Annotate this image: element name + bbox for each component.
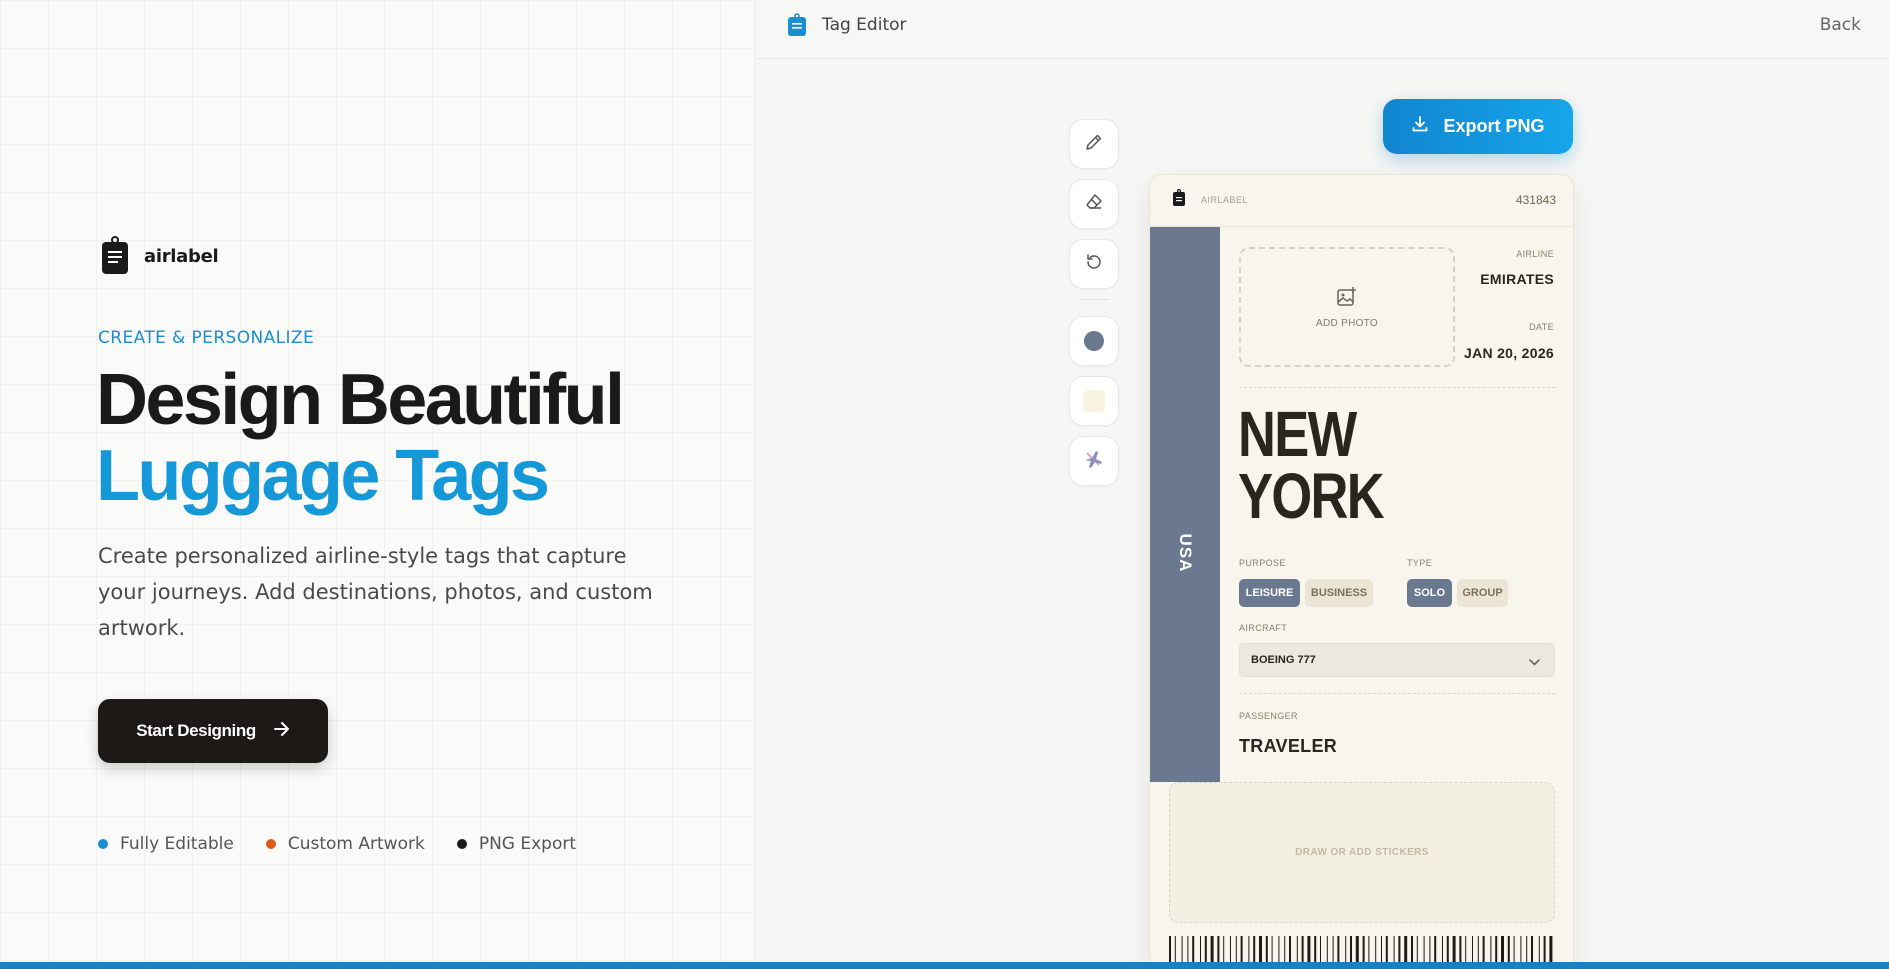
editor-title: Tag Editor xyxy=(822,15,907,35)
purpose-option-leisure[interactable]: LEISURE xyxy=(1239,579,1300,607)
passenger-label: PASSENGER xyxy=(1239,711,1298,721)
hero-description: Create personalized airline-style tags t… xyxy=(98,544,653,640)
airline-label: AIRLINE xyxy=(1516,249,1554,259)
tag-logo-icon xyxy=(1172,188,1186,211)
luggage-tag-logo-icon xyxy=(98,236,132,276)
aircraft-select[interactable]: BOEING 777 xyxy=(1239,643,1555,677)
reset-icon xyxy=(1084,252,1104,276)
tool-palette xyxy=(1069,119,1119,496)
feature-label: PNG Export xyxy=(478,834,577,854)
tag-divider xyxy=(1239,693,1555,694)
headline-line-2: Luggage Tags xyxy=(96,436,550,516)
country-code: USA xyxy=(1176,533,1195,573)
purpose-option-business[interactable]: BUSINESS xyxy=(1305,579,1373,607)
eraser-tool-button[interactable] xyxy=(1069,179,1119,229)
hero-headline: Design Beautiful Luggage Tags xyxy=(96,360,625,516)
export-png-button[interactable]: Export PNG xyxy=(1383,99,1573,154)
bottom-accent-bar xyxy=(0,962,1889,969)
airline-value[interactable]: EMIRATES xyxy=(1480,271,1554,287)
tool-divider xyxy=(1079,299,1109,300)
country-stripe[interactable]: USA xyxy=(1150,227,1220,782)
pencil-icon xyxy=(1084,132,1104,156)
arrow-right-icon xyxy=(273,721,290,741)
passenger-value[interactable]: TRAVELER xyxy=(1239,736,1337,757)
headline-line-1: Design Beautiful xyxy=(96,360,625,440)
chevron-down-icon xyxy=(1529,651,1540,670)
start-designing-button[interactable]: Start Designing xyxy=(98,699,328,763)
feature-item: Custom Artwork xyxy=(265,834,425,854)
editor-topbar: Tag Editor Back xyxy=(755,0,1889,59)
feature-item: Fully Editable xyxy=(98,834,234,854)
stickers-placeholder: DRAW OR ADD STICKERS xyxy=(1295,847,1429,858)
brand-name: airlabel xyxy=(144,245,219,267)
slate-swatch-icon xyxy=(1084,331,1104,351)
cream-swatch-icon xyxy=(1083,390,1105,412)
editor-panel: Tag Editor Back Export PNG AIRLABEL 4318… xyxy=(755,0,1889,969)
add-photo-label: ADD PHOTO xyxy=(1316,317,1378,329)
tag-header: AIRLABEL 431843 xyxy=(1150,175,1573,227)
start-designing-label: Start Designing xyxy=(136,721,256,740)
type-label: TYPE xyxy=(1407,558,1433,568)
add-image-icon xyxy=(1336,286,1358,312)
download-icon xyxy=(1411,115,1429,138)
hero-panel: airlabel CREATE & PERSONALIZE Design Bea… xyxy=(0,0,755,969)
aircraft-value: BOEING 777 xyxy=(1251,654,1316,666)
eraser-icon xyxy=(1084,192,1104,216)
plane-sticker-icon xyxy=(1082,447,1106,475)
tag-editor-icon xyxy=(787,13,807,41)
feature-dot-icon xyxy=(98,839,108,849)
reset-tool-button[interactable] xyxy=(1069,239,1119,289)
luggage-tag-canvas[interactable]: AIRLABEL 431843 USA ADD PHOTO AIRLINE EM… xyxy=(1149,174,1574,969)
color-swatch-cream[interactable] xyxy=(1069,376,1119,426)
destination-city[interactable]: NEW YORK xyxy=(1238,398,1385,532)
city-line-1: NEW xyxy=(1238,398,1357,470)
sticker-drawing-area[interactable]: DRAW OR ADD STICKERS xyxy=(1169,782,1555,923)
add-photo-dropzone[interactable]: ADD PHOTO xyxy=(1239,247,1455,367)
feature-label: Fully Editable xyxy=(120,834,234,854)
feature-label: Custom Artwork xyxy=(287,834,425,854)
export-png-label: Export PNG xyxy=(1443,116,1545,136)
type-option-group[interactable]: GROUP xyxy=(1457,579,1508,607)
date-label: DATE xyxy=(1529,322,1554,332)
aircraft-label: AIRCRAFT xyxy=(1239,623,1288,633)
tag-divider xyxy=(1239,387,1555,388)
feature-item: PNG Export xyxy=(456,834,577,854)
tag-brand: AIRLABEL xyxy=(1201,195,1249,205)
city-line-2: YORK xyxy=(1238,460,1385,532)
hero-eyebrow: CREATE & PERSONALIZE xyxy=(98,328,315,348)
purpose-label: PURPOSE xyxy=(1239,558,1286,568)
feature-dot-icon xyxy=(456,839,467,849)
plane-sticker-button[interactable] xyxy=(1069,436,1119,486)
feature-dot-icon xyxy=(265,839,276,849)
brand: airlabel xyxy=(98,236,219,276)
tag-code[interactable]: 431843 xyxy=(1516,193,1556,207)
back-button[interactable]: Back xyxy=(1820,15,1861,35)
type-option-solo[interactable]: SOLO xyxy=(1407,579,1452,607)
color-swatch-slate[interactable] xyxy=(1069,316,1119,366)
feature-list: Fully Editable Custom Artwork PNG Export xyxy=(98,834,576,854)
pencil-tool-button[interactable] xyxy=(1069,119,1119,169)
date-value[interactable]: JAN 20, 2026 xyxy=(1464,345,1554,361)
